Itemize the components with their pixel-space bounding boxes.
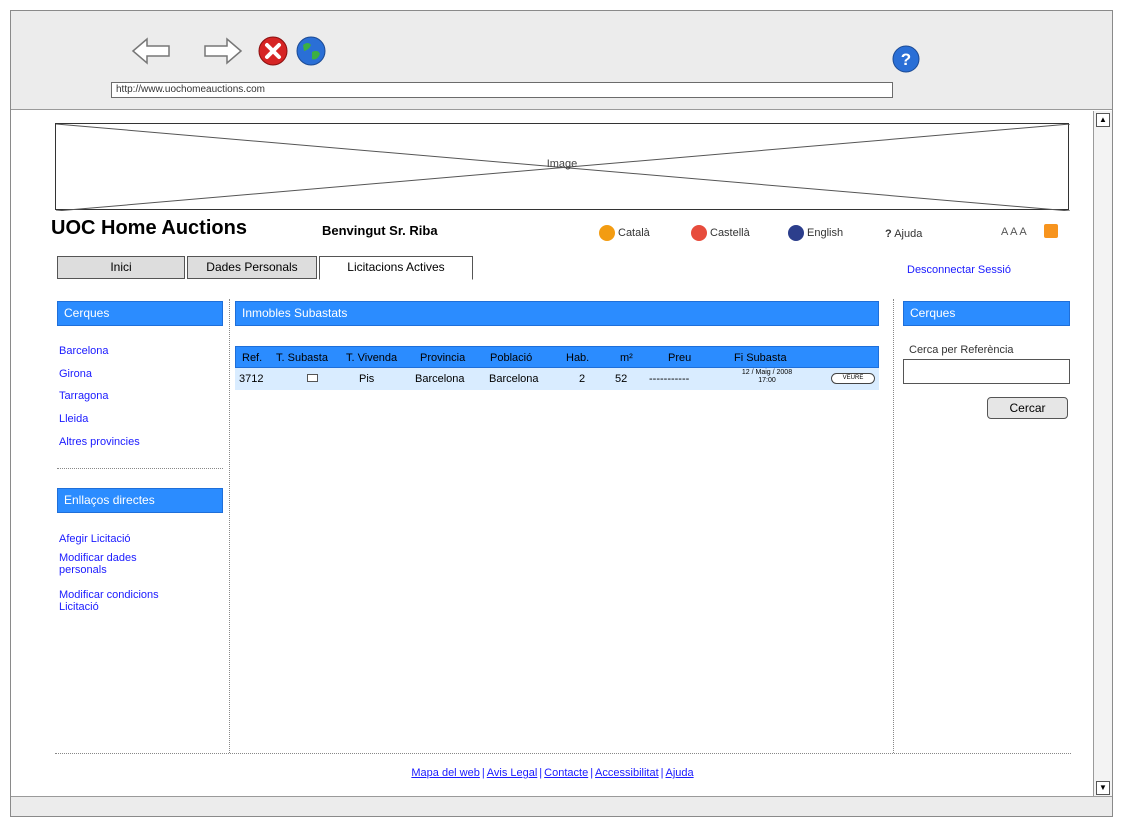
status-bar <box>11 796 1112 816</box>
column-header-t-vivenda: T. Vivenda <box>346 352 398 364</box>
welcome-message: Benvingut Sr. Riba <box>322 223 438 238</box>
language-castella[interactable]: Castellà <box>691 225 750 241</box>
column-header-preu: Preu <box>668 352 692 364</box>
view-button[interactable]: VEURE <box>831 373 875 384</box>
left-column-divider <box>229 299 230 753</box>
footer-link-legal[interactable]: Avis Legal <box>487 767 538 779</box>
column-header-m2: m² <box>620 352 633 364</box>
sidebar-link-girona[interactable]: Girona <box>59 368 199 380</box>
cell-provincia: Barcelona <box>415 373 465 385</box>
spanish-flag-icon <box>691 225 707 241</box>
cell-ref: 3712 <box>239 373 264 385</box>
column-header-ref: Ref. <box>242 352 263 364</box>
scroll-down-icon[interactable]: ▼ <box>1096 781 1110 795</box>
sidebar-link-tarragona[interactable]: Tarragona <box>59 390 199 402</box>
sidebar-link-lleida[interactable]: Lleida <box>59 413 199 425</box>
footer-link-accessibility[interactable]: Accessibilitat <box>595 767 659 779</box>
language-english[interactable]: English <box>788 225 843 241</box>
cell-vivenda: Pis <box>359 373 375 385</box>
catalan-flag-icon <box>599 225 615 241</box>
banner-label: Image <box>546 158 578 170</box>
cell-preu: ----------- <box>649 373 690 385</box>
footer-link-sitemap[interactable]: Mapa del web <box>411 767 480 779</box>
tab-inici[interactable]: Inici <box>57 256 185 279</box>
sidebar-link-modificar-condicions[interactable]: Modificar condicions Licitació <box>59 589 199 613</box>
content-bottom-divider <box>55 753 1071 754</box>
language-label: Castellà <box>710 227 750 239</box>
scroll-up-icon[interactable]: ▲ <box>1096 113 1110 127</box>
language-label: Català <box>618 227 650 239</box>
tab-licitacions-actives[interactable]: Licitacions Actives <box>319 256 473 280</box>
right-column-divider <box>893 299 894 753</box>
forward-arrow-icon[interactable] <box>203 37 243 65</box>
sidebar-divider <box>57 468 223 469</box>
rss-icon[interactable] <box>1044 224 1058 238</box>
logout-link[interactable]: Desconnectar Sessió <box>907 264 1011 276</box>
site-title: UOC Home Auctions <box>51 217 247 239</box>
browser-window: http://www.uochomeauctions.com ? Image U… <box>10 10 1113 817</box>
footer-link-help[interactable]: Ajuda <box>665 767 693 779</box>
sidebar-link-afegir-licitacio[interactable]: Afegir Licitació <box>59 533 199 545</box>
column-header-hab: Hab. <box>566 352 590 364</box>
reference-search-input[interactable] <box>903 359 1070 384</box>
stop-icon[interactable] <box>257 35 289 67</box>
cell-fi-subasta: 12 / Maig / 2008 17:00 <box>727 369 807 385</box>
column-header-poblacio: Població <box>490 352 533 364</box>
help-icon[interactable]: ? <box>891 44 921 74</box>
right-search-heading: Cerques <box>903 301 1070 326</box>
table-row[interactable]: 3712 Pis Barcelona Barcelona 2 52 ------… <box>235 368 879 390</box>
column-header-fi-subasta: Fi Subasta <box>734 352 787 364</box>
language-label: English <box>807 227 844 239</box>
home-globe-icon[interactable] <box>295 35 327 67</box>
fi-subasta-time: 17:00 <box>758 377 776 384</box>
auction-table-header: Ref. T. Subasta T. Vivenda Provincia Pob… <box>235 346 879 368</box>
sidebar-link-barcelona[interactable]: Barcelona <box>59 345 199 357</box>
sidebar-link-modificar-dades[interactable]: Modificar dades personals <box>59 552 169 576</box>
fi-subasta-date: 12 / Maig / 2008 <box>741 369 793 376</box>
question-mark-icon: ? <box>885 228 892 240</box>
banner-image: Image <box>55 123 1070 211</box>
browser-toolbar: http://www.uochomeauctions.com ? <box>11 11 1112 110</box>
cell-m2: 52 <box>615 373 628 385</box>
left-search-heading: Cerques <box>57 301 223 326</box>
column-header-t-subasta: T. Subasta <box>276 352 328 364</box>
help-label: Ajuda <box>894 228 923 240</box>
cell-hab: 2 <box>579 373 586 385</box>
footer-links: Mapa del web | Avis Legal | Contacte | Accessi… <box>11 767 1094 779</box>
back-arrow-icon[interactable] <box>131 37 171 65</box>
search-button[interactable]: Cercar <box>987 397 1068 419</box>
font-size-control[interactable]: A A A <box>1001 226 1027 238</box>
main-section-heading: Inmobles Subastats <box>235 301 879 326</box>
search-by-reference-label: Cerca per Referència <box>909 344 1014 356</box>
column-header-provincia: Provincia <box>420 352 466 364</box>
direct-links-heading: Enllaços directes <box>57 488 223 513</box>
envelope-icon <box>307 374 318 382</box>
svg-text:?: ? <box>901 50 911 69</box>
cell-poblacio: Barcelona <box>489 373 539 385</box>
language-catala[interactable]: Català <box>599 225 650 241</box>
vertical-scrollbar[interactable]: ▲ ▼ <box>1093 111 1112 797</box>
help-link[interactable]: ? Ajuda <box>885 228 922 240</box>
footer-link-contact[interactable]: Contacte <box>544 767 588 779</box>
address-bar[interactable]: http://www.uochomeauctions.com <box>111 82 893 98</box>
footer-separator: | <box>481 767 485 779</box>
uk-flag-icon <box>788 225 804 241</box>
sidebar-link-altres[interactable]: Altres provincies <box>59 436 199 448</box>
tab-dades-personals[interactable]: Dades Personals <box>187 256 317 279</box>
page-viewport: Image UOC Home Auctions Benvingut Sr. Ri… <box>11 111 1094 797</box>
